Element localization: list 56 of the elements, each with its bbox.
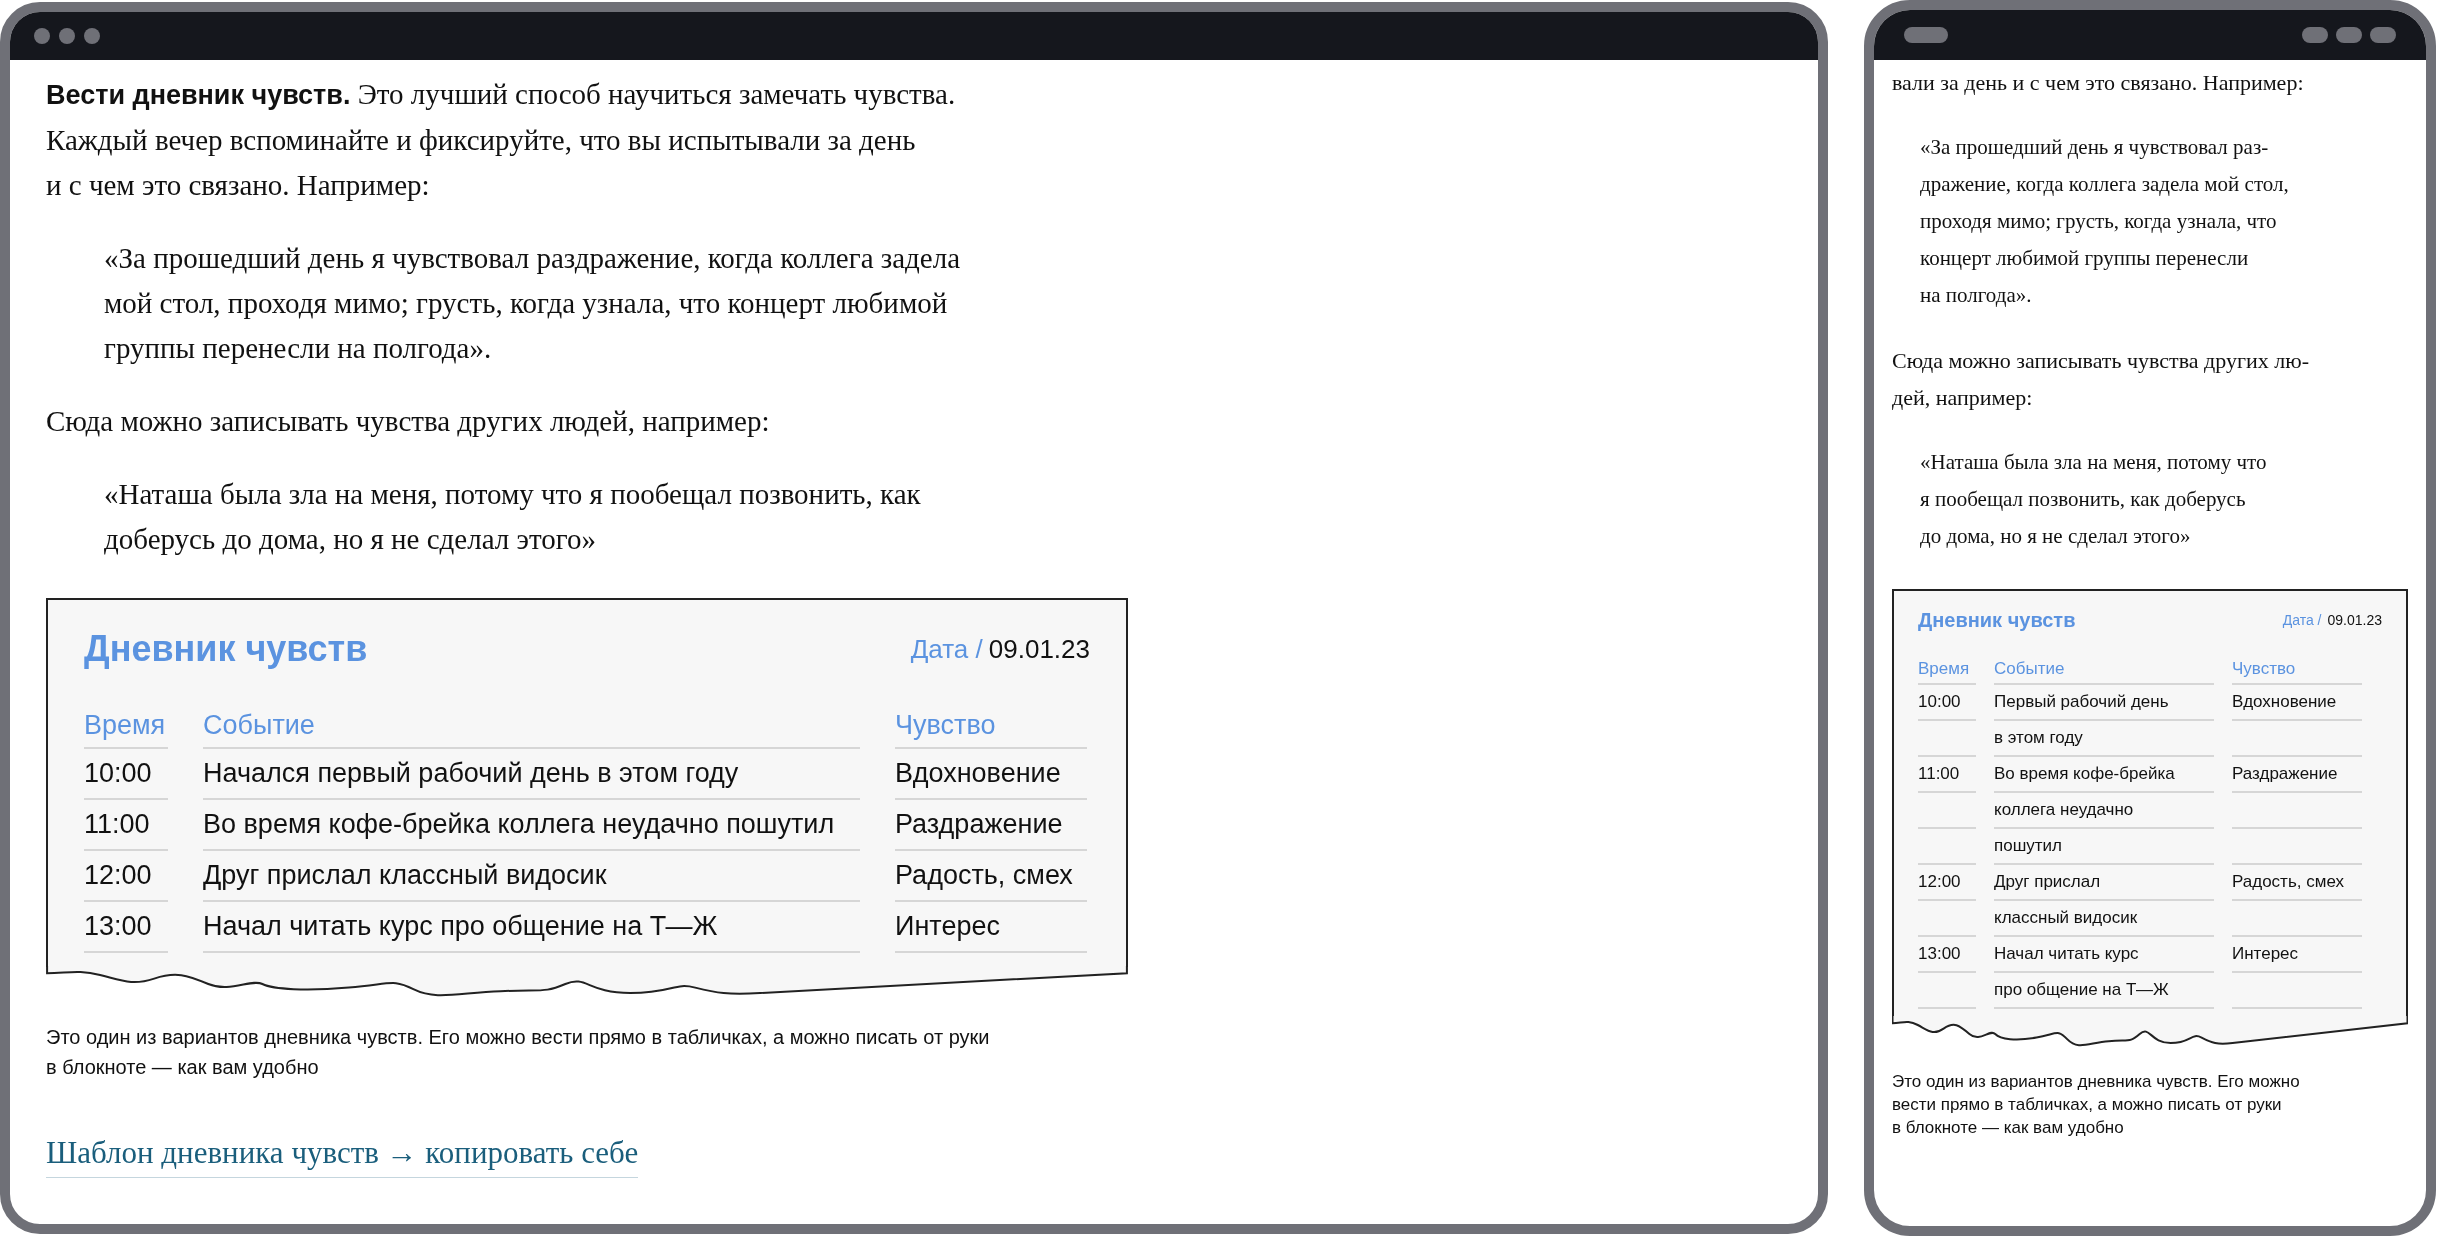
table-cell-text: классный видосик [1994,907,2138,930]
table-cell-text: 11:00 [84,808,150,842]
table-cell-text: Друг прислал [1994,871,2101,894]
quote-paragraph: «За прошедший день я чувствовал раздражение, когда коллега задела мой стол, проходя мимо; грусть, когда узнала, что концерт любимой группы перенесли на полгода». [104,241,962,366]
diary-title: Дневник чувств [84,627,368,671]
date-label: Дата / [910,632,983,666]
table-cell-text: Во время кофе-брейка коллега неудачно пошутил [203,808,835,842]
table-cell-text: Радость, смех [895,859,1073,893]
caption-text: Это один из вариантов дневника чувств. Его можно вести прямо в табличках, а можно писать от руки в блокноте — как вам удобно [46,1025,991,1080]
caption-text: Это один из вариантов дневника чувств. Его можно вести прямо в табличках, а можно писать от руки в блокноте — как вам удобно [1892,1071,2301,1139]
table-cell-text: Начал читать курс [1994,943,2139,966]
table-cell-text: 12:00 [84,859,152,893]
pill-icon [2336,27,2362,43]
table-cell-text: 10:00 [1918,691,1961,714]
table-cell-text: Интерес [2232,943,2299,966]
quote-paragraph: «За прошедший день я чувствовал раз- дражение, когда коллега задела мой стол, проходя мимо; грусть, когда узнала, что концерт любимой группы перенесли на полгода». [1920,134,2290,309]
date-value: 09.01.23 [2327,610,2382,630]
body-paragraph: вали за день и с чем это связано. Например: [1892,69,2305,97]
quote-paragraph: «Наташа была зла на меня, потому что я пообещал позвонить, как доберусь до дома, но я не сделал этого» [104,477,922,557]
table-cell-text: Раздражение [895,808,1063,842]
body-paragraph: Сюда можно записывать чувства других лю- дей, например: [1892,347,2310,412]
table-cell-text: 13:00 [84,910,152,944]
table-cell-text: 12:00 [1918,871,1961,894]
quote-paragraph: «Наташа была зла на меня, потому что я пообещал позвонить, как доберусь до дома, но я не сделал этого» [1920,449,2268,550]
diary-title: Дневник чувств [1918,608,2076,633]
intro-paragraph: Вести дневник чувств. Это лучший способ научиться замечать чувства. Каждый вечер вспоминайте и фиксируйте, что вы испытывали за день и с чем это связано. Например: [46,77,957,203]
table-cell-text: Вдохновение [895,757,1061,791]
column-header: Событие [203,708,315,742]
table-cell-text: Вдохновение [2232,691,2337,714]
date-value: 09.01.23 [988,632,1090,666]
table-cell-text: Первый рабочий день [1994,691,2169,714]
table-cell-text: 10:00 [84,757,152,791]
table-cell-text: Раздражение [2232,763,2338,786]
column-header: Чувство [2232,657,2296,680]
table-cell-text: коллега неудачно [1994,799,2134,822]
table-cell-text: Интерес [895,910,1000,944]
table-cell-text: Начал читать курс про общение на Т—Ж [203,910,718,944]
table-cell-text: Радость, смех [2232,871,2344,894]
table-cell-text: 11:00 [1918,763,1960,786]
date-label: Дата / [2282,610,2322,630]
table-cell-text: пошутил [1994,835,2062,858]
pill-icon [1904,27,1948,43]
table-cell-text: про общение на Т—Ж [1994,979,2169,1002]
pill-icon [2370,27,2396,43]
column-header: Чувство [895,708,996,742]
table-cell-text: 13:00 [1918,943,1961,966]
table-cell-text: в этом году [1994,727,2083,750]
table-cell-text: Начался первый рабочий день в этом году [203,757,739,791]
column-header: Время [1918,657,1970,680]
pill-icon [2302,27,2328,43]
template-link[interactable]: Шаблон дневника чувств → копировать себе [46,1130,639,1178]
column-header: Время [84,708,166,742]
table-cell-text: Во время кофе-брейка [1994,763,2175,786]
table-cell-text: Друг прислал классный видосик [203,859,607,893]
body-paragraph: Сюда можно записывать чувства других людей, например: [46,404,771,439]
column-header: Событие [1994,657,2065,680]
